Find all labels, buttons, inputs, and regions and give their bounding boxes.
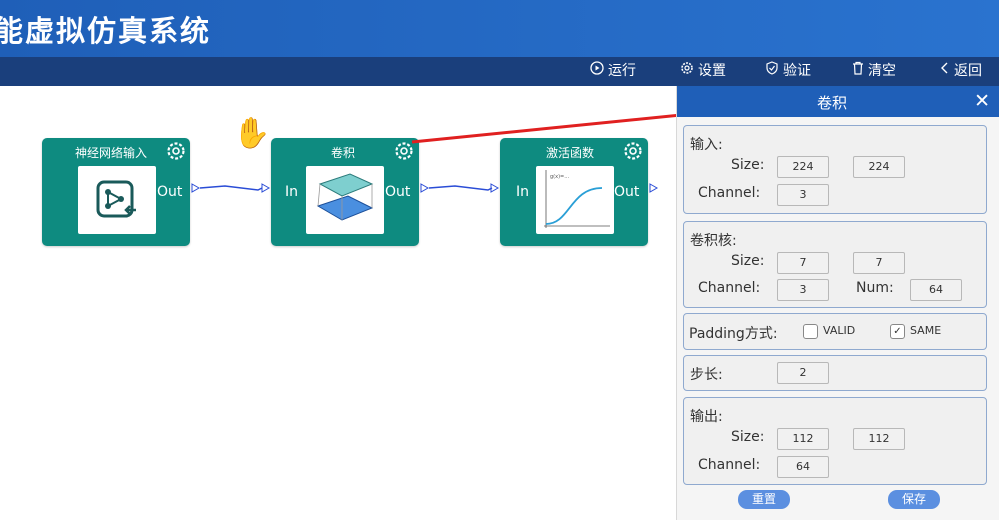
padding-section: Padding方式: VALID ✓ SAME	[683, 313, 987, 350]
input-channel-field[interactable]: 3	[777, 184, 829, 206]
kernel-section: 卷积核: Size: 7 7 Channel: 3 Num: 64	[683, 221, 987, 308]
panel-title: 卷积	[816, 94, 847, 112]
output-section: 输出: Size: 112 112 Channel: 64	[683, 397, 987, 485]
padding-label: Padding方式:	[689, 326, 778, 342]
input-size-height-field[interactable]: 224	[853, 156, 905, 178]
properties-panel: 卷积 ✕ 输入: Size: 224 224 Channel: 3 卷积核: S…	[676, 86, 999, 520]
save-button[interactable]: 保存	[888, 490, 940, 509]
kernel-size-label: Size:	[731, 253, 765, 269]
kernel-channel-field[interactable]: 3	[777, 279, 829, 301]
input-channel-label: Channel:	[698, 185, 761, 201]
output-heading: 输出:	[690, 409, 723, 425]
input-size-label: Size:	[731, 157, 765, 173]
output-channel-field[interactable]: 64	[777, 456, 829, 478]
valid-label: VALID	[823, 324, 856, 337]
valid-checkbox[interactable]	[803, 324, 818, 339]
stride-field[interactable]: 2	[777, 362, 829, 384]
output-channel-label: Channel:	[698, 457, 761, 473]
same-label: SAME	[910, 324, 942, 337]
input-size-width-field[interactable]: 224	[777, 156, 829, 178]
output-size-label: Size:	[731, 429, 765, 445]
output-size-width-field[interactable]: 112	[777, 428, 829, 450]
kernel-size-width-field[interactable]: 7	[777, 252, 829, 274]
kernel-channel-label: Channel:	[698, 280, 761, 296]
stride-section: 步长: 2	[683, 355, 987, 391]
stride-label: 步长:	[690, 367, 723, 383]
kernel-num-field[interactable]: 64	[910, 279, 962, 301]
input-heading: 输入:	[690, 137, 723, 153]
input-section: 输入: Size: 224 224 Channel: 3	[683, 125, 987, 214]
close-icon[interactable]: ✕	[974, 90, 990, 112]
kernel-num-label: Num:	[856, 280, 894, 296]
same-checkbox[interactable]: ✓	[890, 324, 905, 339]
reset-button[interactable]: 重置	[738, 490, 790, 509]
kernel-heading: 卷积核:	[690, 233, 737, 249]
panel-header: 卷积 ✕	[677, 86, 999, 117]
kernel-size-height-field[interactable]: 7	[853, 252, 905, 274]
output-size-height-field[interactable]: 112	[853, 428, 905, 450]
